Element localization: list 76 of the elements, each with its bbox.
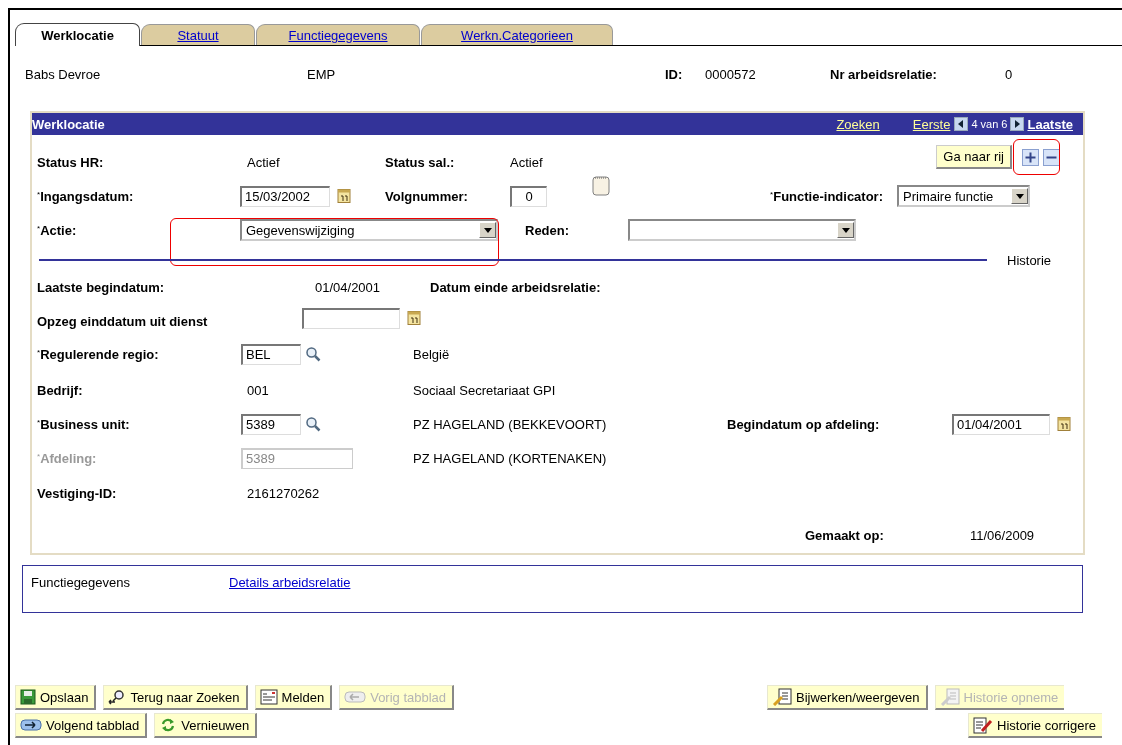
remove-row-icon[interactable] xyxy=(1043,148,1060,166)
field-label: Status HR: xyxy=(37,154,104,170)
search-icon[interactable] xyxy=(305,416,321,432)
employee-type: EMP xyxy=(307,66,336,82)
field-label: $^{*}$Actie: xyxy=(37,222,77,238)
field-label: Begindatum op afdeling: xyxy=(727,416,880,432)
calendar-icon[interactable] xyxy=(337,188,351,204)
search-icon[interactable] xyxy=(305,346,321,362)
field-label: $^{*}$Business unit: xyxy=(37,416,130,432)
field-label: Status sal.: xyxy=(385,154,455,170)
relation-number: 0 xyxy=(1005,66,1013,82)
last-link[interactable]: Laatste xyxy=(1027,116,1073,132)
field-value: Sociaal Secretariaat GPI xyxy=(413,382,556,398)
field-label: Nr arbeidsrelatie: xyxy=(830,66,937,82)
input-field[interactable]: 15/03/2002 xyxy=(240,185,330,207)
next-icon[interactable] xyxy=(1010,117,1025,131)
list-icon xyxy=(939,688,960,706)
field-label: $^{*}$Regulerende regio: xyxy=(37,346,159,362)
field-label: Vestiging-ID: xyxy=(37,485,117,501)
row-position: 4 van 6 xyxy=(971,118,1008,130)
panel-title: Werklocatie xyxy=(32,116,105,132)
field-label: Gemaakt op: xyxy=(805,527,884,543)
pencil-document-icon xyxy=(973,716,993,734)
employee-name: Babs Devroe xyxy=(25,66,101,82)
input-field[interactable]: 0 xyxy=(510,185,547,207)
pencil-list-icon xyxy=(772,688,792,706)
first-link[interactable]: Eerste xyxy=(912,116,951,132)
toolbar-button[interactable]: Vernieuwen xyxy=(154,713,258,738)
field-value: België xyxy=(413,346,450,362)
field-label: Volgnummer: xyxy=(385,188,468,204)
input-field[interactable] xyxy=(302,307,400,329)
field-value: Actief xyxy=(247,154,280,170)
field-value: 001 xyxy=(247,382,269,398)
calendar-icon[interactable] xyxy=(407,310,421,326)
field-label: Reden: xyxy=(525,222,570,238)
field-label: Bedrijf: xyxy=(37,382,83,398)
toolbar-button[interactable]: Bijwerken/weergeven xyxy=(767,685,928,710)
field-value: Actief xyxy=(510,154,543,170)
input-field[interactable]: BEL xyxy=(241,343,301,365)
section-label: Historie xyxy=(1007,252,1052,268)
field-value: 2161270262 xyxy=(247,485,320,501)
tab[interactable]: Werklocatie xyxy=(15,23,140,46)
add-row-icon[interactable] xyxy=(1022,148,1039,166)
search-link[interactable]: Zoeken xyxy=(836,116,880,132)
calendar-icon[interactable] xyxy=(1057,416,1071,432)
dropdown[interactable]: Primaire functie xyxy=(897,185,1030,207)
field-label: $^{*}$Functie-indicator: xyxy=(770,188,883,204)
magnifier-arrow-icon xyxy=(108,689,127,705)
goto-row-button[interactable]: Ga naar rij xyxy=(936,145,1012,169)
field-label: Laatste begindatum: xyxy=(37,279,165,295)
employee-id: 0000572 xyxy=(705,66,756,82)
field-value: PZ HAGELAND (KORTENAKEN) xyxy=(413,450,607,466)
field-label: $^{*}$Afdeling: xyxy=(37,450,97,466)
field-label: Opzeg einddatum uit dienst xyxy=(37,313,208,329)
field-label: Datum einde arbeidsrelatie: xyxy=(430,279,601,295)
tab[interactable]: Statuut xyxy=(141,24,255,45)
form-icon xyxy=(259,689,278,705)
section-label: Functiegegevens xyxy=(31,575,131,590)
dropdown[interactable]: Gegevenswijziging xyxy=(240,219,498,241)
toolbar-button[interactable]: Melden xyxy=(254,685,333,710)
tab[interactable]: Werkn.Categorieen xyxy=(421,24,613,45)
field-value: PZ HAGELAND (BEKKEVOORT) xyxy=(413,416,607,432)
input-field[interactable]: 01/04/2001 xyxy=(952,413,1050,435)
field-value: 01/04/2001 xyxy=(315,279,381,295)
input-field[interactable]: 5389 xyxy=(241,413,301,435)
previous-icon[interactable] xyxy=(954,117,969,131)
toolbar-button[interactable]: Opslaan xyxy=(15,685,97,710)
toolbar-button[interactable]: Terug naar Zoeken xyxy=(103,685,248,710)
field-label: $^{*}$Ingangsdatum: xyxy=(37,188,134,204)
details-link[interactable]: Details arbeidsrelatie xyxy=(229,575,351,590)
field-value: 11/06/2009 xyxy=(970,527,1035,543)
field-label: ID: xyxy=(665,66,683,82)
toolbar-button[interactable]: Volgend tabblad xyxy=(15,713,148,738)
toolbar-button[interactable]: Historie corrigere xyxy=(968,713,1102,738)
note-icon[interactable] xyxy=(592,175,610,197)
tab[interactable]: Functiegegevens xyxy=(256,24,420,45)
